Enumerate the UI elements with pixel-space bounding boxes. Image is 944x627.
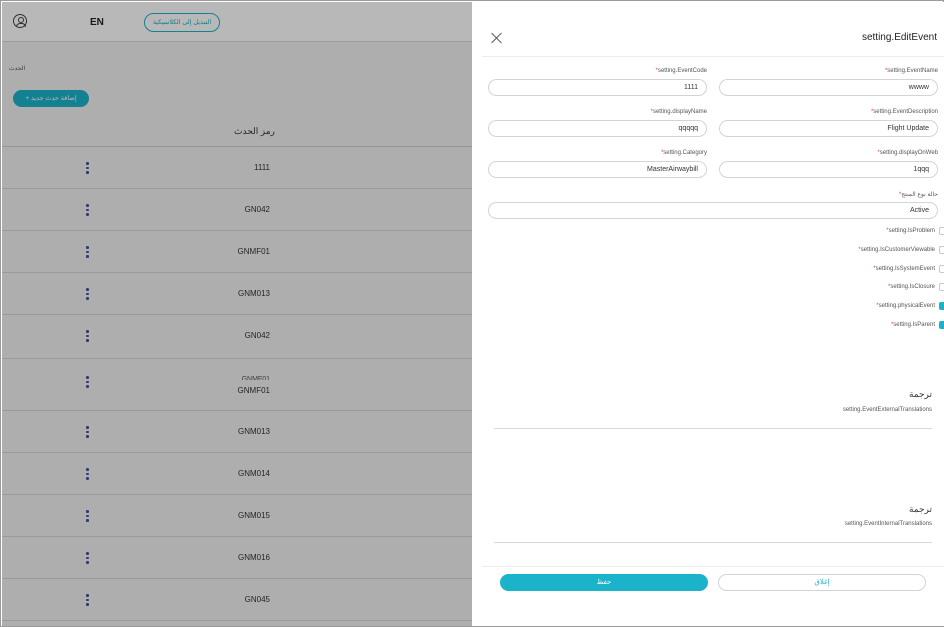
is-problem-checkbox[interactable] xyxy=(939,227,944,235)
close-icon[interactable] xyxy=(491,32,503,44)
external-translations-title: ترجمة xyxy=(908,389,932,399)
event-description-label: *setting.EventDescription xyxy=(870,109,938,115)
is-closure-checkbox[interactable] xyxy=(939,283,944,291)
is-system-event-label: *setting.IsSystemEvent xyxy=(873,266,935,272)
header-divider xyxy=(482,56,944,57)
drawer-title: setting.EditEvent xyxy=(861,32,937,43)
display-on-web-label: *setting.displayOnWeb xyxy=(877,150,938,156)
is-customer-viewable-label: *setting.IsCustomerViewable xyxy=(858,247,935,253)
event-code-input[interactable]: 1111 xyxy=(488,79,707,96)
events-page: EN التبديل إلى الكلاسيكية الحدث + إضافة … xyxy=(2,2,472,626)
is-customer-viewable-checkbox[interactable] xyxy=(939,246,944,254)
is-parent-label: *setting.IsParent xyxy=(890,322,935,328)
internal-translations-subtitle: setting.EventInternalTranslations xyxy=(844,521,932,527)
external-translations-subtitle: setting.EventExternalTranslations xyxy=(842,407,932,413)
status-select[interactable]: Active xyxy=(488,202,938,219)
event-name-label: *setting.EventName xyxy=(884,68,938,74)
is-problem-label: *setting.IsProblem xyxy=(886,228,935,234)
modal-backdrop[interactable] xyxy=(2,2,472,626)
category-label: *setting.Category xyxy=(660,150,707,156)
display-name-label: *setting.displayName xyxy=(650,109,707,115)
footer-divider xyxy=(482,566,944,567)
event-code-label: *setting.EventCode xyxy=(655,68,707,74)
close-button[interactable]: إغلاق xyxy=(718,574,926,591)
display-name-input[interactable]: qqqqq xyxy=(488,120,707,137)
physical-event-checkbox[interactable] xyxy=(939,302,944,310)
event-description-input[interactable]: Flight Update xyxy=(719,120,938,137)
display-on-web-input[interactable]: 1qqq xyxy=(719,161,938,178)
app-window: EN التبديل إلى الكلاسيكية الحدث + إضافة … xyxy=(0,0,944,627)
category-select[interactable]: MasterAirwaybill xyxy=(488,161,707,178)
physical-event-label: *setting.physicalEvent xyxy=(876,303,935,309)
event-name-input[interactable]: wwww xyxy=(719,79,938,96)
edit-event-drawer: setting.EditEvent *setting.EventCode 111… xyxy=(472,2,944,626)
internal-translations-title: ترجمة xyxy=(908,504,932,514)
save-button[interactable]: حفظ xyxy=(500,574,708,591)
is-parent-checkbox[interactable] xyxy=(939,321,944,329)
external-translations-divider xyxy=(494,428,932,429)
status-label: *حالة نوع المنتج xyxy=(898,192,938,198)
is-closure-label: *setting.IsClosure xyxy=(887,284,935,290)
is-system-event-checkbox[interactable] xyxy=(939,265,944,273)
internal-translations-divider xyxy=(494,542,932,543)
